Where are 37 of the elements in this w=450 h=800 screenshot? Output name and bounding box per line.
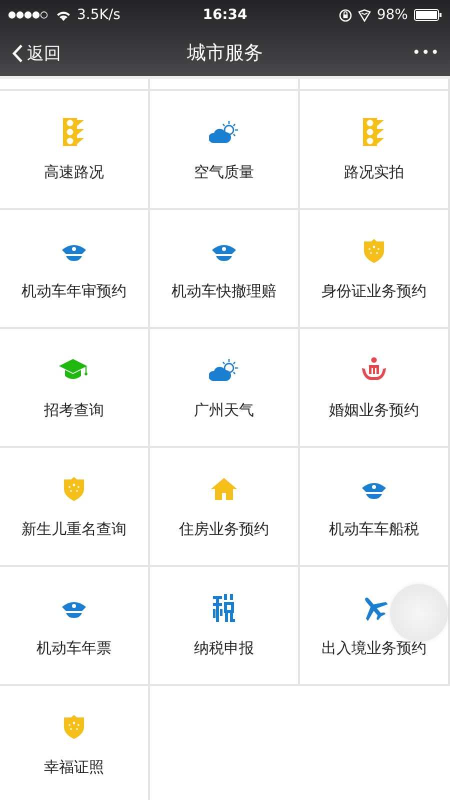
family-icon [361,357,387,383]
service-tile[interactable]: 新生儿重名查询 [0,448,150,567]
badge-icon [363,239,385,263]
service-tile[interactable]: 招考查询 [0,329,150,448]
badge-icon [63,477,85,501]
service-tile[interactable]: 婚姻业务预约 [300,329,450,448]
back-button[interactable]: 返回 [12,42,61,64]
rotation-lock-icon [338,8,352,22]
chevron-left-icon [12,44,23,62]
service-tile[interactable]: 住房业务预约 [150,448,300,567]
house-icon [211,478,237,500]
battery-percent: 98% [376,7,408,23]
traffic-light-icon [63,118,85,146]
service-tile[interactable]: 路况实拍 [300,91,450,210]
service-tile[interactable]: 机动车快撤理赔 [150,210,300,329]
wifi-icon [56,10,71,20]
service-tile[interactable]: 机动车年审预约 [0,210,150,329]
network-speed: 3.5K/s [77,7,120,23]
service-tile[interactable]: 身份证业务预约 [300,210,450,329]
tax-logo-icon [213,594,235,622]
service-tile[interactable]: 高速路况 [0,91,150,210]
shield-icon [358,8,371,22]
cloud-sun-icon [209,359,239,381]
graduation-cap-icon [59,359,89,381]
clock: 16:34 [202,7,248,23]
service-tile[interactable]: 空气质量 [150,91,300,210]
cloud-sun-icon [209,121,239,143]
badge-icon [63,715,85,739]
page-title: 城市服务 [187,41,263,66]
service-tile[interactable]: 广州天气 [150,329,300,448]
service-tile[interactable]: 纳税申报 [150,567,300,686]
service-tile[interactable]: 机动车年票 [0,567,150,686]
more-button[interactable]: ••• [412,45,440,61]
traffic-light-icon [363,118,385,146]
battery-icon [414,9,442,21]
service-tile[interactable]: 机动车车船税 [300,448,450,567]
signal-icon [8,11,50,19]
